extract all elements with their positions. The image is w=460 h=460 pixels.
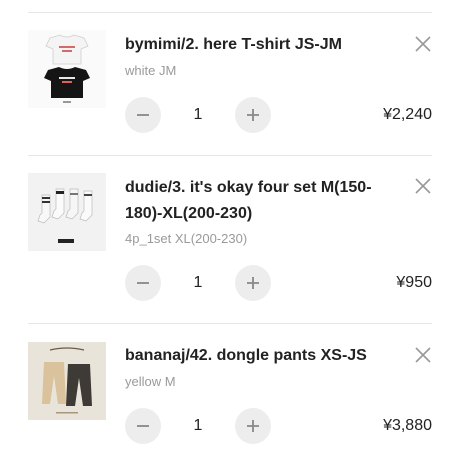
product-thumbnail[interactable] bbox=[28, 342, 106, 420]
decrease-quantity-button[interactable] bbox=[125, 408, 161, 444]
product-name[interactable]: bymimi/2. here T-shirt JS-JM bbox=[125, 32, 385, 58]
product-name[interactable]: dudie/3. it's okay four set M(150-180)-X… bbox=[125, 175, 385, 227]
item-price: ¥950 bbox=[396, 274, 432, 291]
increase-quantity-button[interactable] bbox=[235, 408, 271, 444]
product-variant: white JM bbox=[125, 63, 177, 78]
remove-item-button[interactable] bbox=[412, 175, 434, 197]
product-variant: 4p_1set XL(200-230) bbox=[125, 231, 248, 246]
close-icon bbox=[415, 36, 431, 52]
decrease-quantity-button[interactable] bbox=[125, 97, 161, 133]
plus-icon bbox=[247, 420, 259, 432]
plus-icon bbox=[247, 277, 259, 289]
divider bbox=[28, 323, 432, 324]
item-price: ¥3,880 bbox=[383, 417, 432, 434]
minus-icon bbox=[137, 114, 149, 116]
quantity-value: 1 bbox=[193, 106, 203, 123]
product-thumbnail[interactable] bbox=[28, 173, 106, 251]
plus-icon bbox=[247, 109, 259, 121]
product-thumbnail[interactable] bbox=[28, 30, 106, 108]
divider bbox=[28, 155, 432, 156]
decrease-quantity-button[interactable] bbox=[125, 265, 161, 301]
increase-quantity-button[interactable] bbox=[235, 265, 271, 301]
minus-icon bbox=[137, 282, 149, 284]
increase-quantity-button[interactable] bbox=[235, 97, 271, 133]
cart-list: bymimi/2. here T-shirt JS-JM white JM 1 … bbox=[0, 0, 460, 460]
close-icon bbox=[415, 178, 431, 194]
remove-item-button[interactable] bbox=[412, 344, 434, 366]
divider bbox=[28, 12, 432, 13]
remove-item-button[interactable] bbox=[412, 33, 434, 55]
quantity-value: 1 bbox=[193, 274, 203, 291]
minus-icon bbox=[137, 425, 149, 427]
close-icon bbox=[415, 347, 431, 363]
product-name[interactable]: bananaj/42. dongle pants XS-JS bbox=[125, 343, 385, 369]
quantity-value: 1 bbox=[193, 417, 203, 434]
item-price: ¥2,240 bbox=[383, 106, 432, 123]
product-variant: yellow M bbox=[125, 374, 176, 389]
